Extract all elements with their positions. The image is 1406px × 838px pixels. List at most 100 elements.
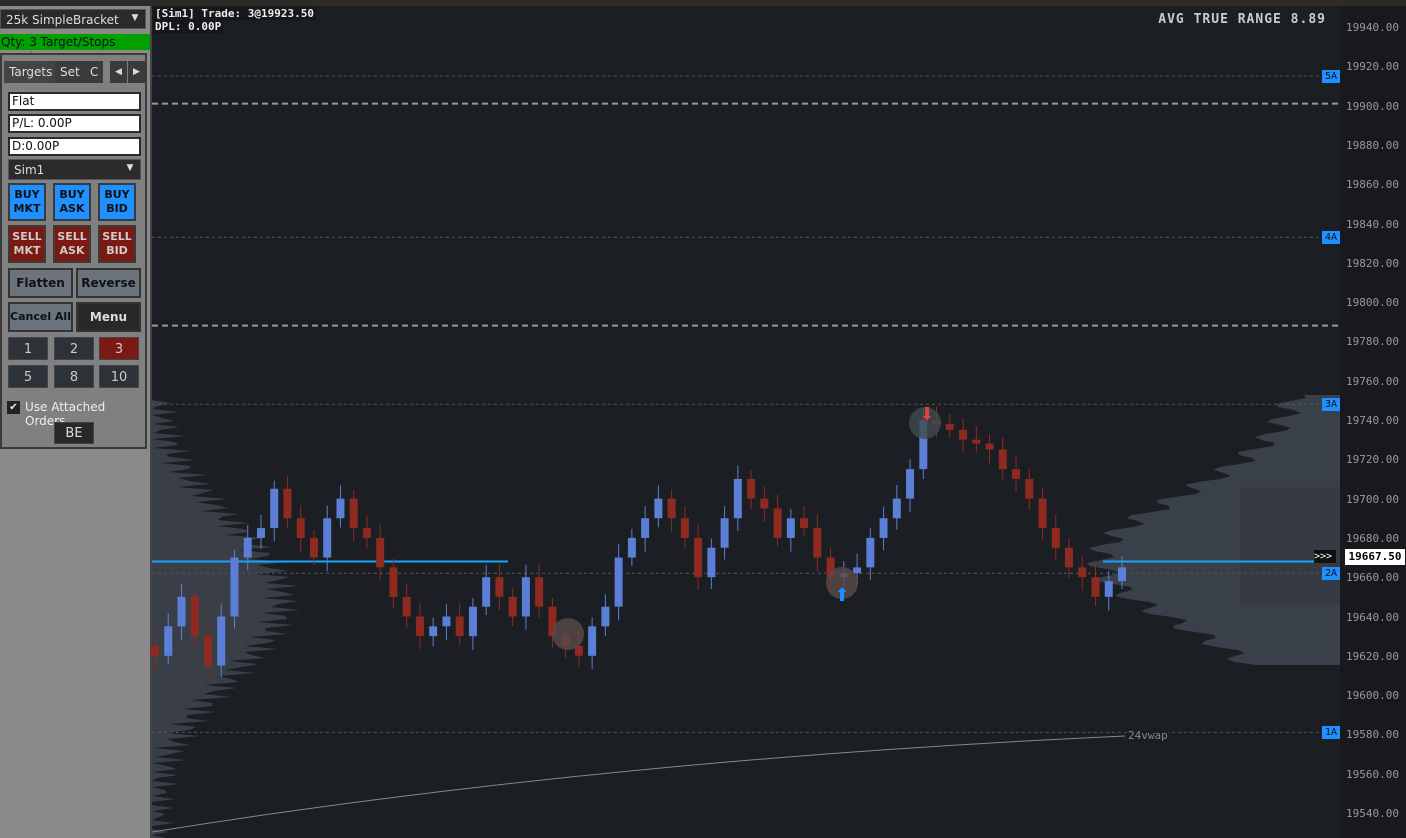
price-marker: >>>	[1314, 550, 1336, 563]
candle-body	[349, 498, 358, 529]
y-tick-label: 19940.00	[1346, 21, 1399, 34]
candle-body	[1038, 498, 1047, 529]
trade-info: [Sim1] Trade: 3@19923.50 DPL: 0.00P	[153, 7, 316, 33]
candle-body	[1012, 469, 1021, 479]
level-tag: 5A	[1322, 70, 1340, 84]
y-tick-label: 19720.00	[1346, 453, 1399, 467]
candle-body	[800, 518, 809, 529]
candle-body	[415, 616, 424, 637]
y-tick-label: 19760.00	[1346, 374, 1399, 388]
candle-body	[747, 478, 756, 499]
candle-body	[733, 478, 742, 519]
last-price-label: 19667.50	[1345, 549, 1405, 565]
dpl-label: DPL: 0.00P	[153, 20, 224, 33]
candle-body	[1051, 528, 1060, 548]
y-tick-label: 19580.00	[1346, 728, 1399, 742]
candle-body	[535, 577, 544, 607]
candle-body	[323, 518, 332, 558]
candle-body	[362, 528, 371, 538]
candle-body	[217, 616, 226, 666]
candle-body	[1104, 581, 1113, 597]
vwap-line	[151, 735, 1126, 833]
candle-body	[959, 429, 968, 440]
candle-body	[1118, 567, 1126, 582]
candle-body	[336, 498, 345, 519]
candle-body	[429, 626, 438, 637]
level-tag: 2A	[1322, 567, 1340, 581]
candle-body	[495, 577, 504, 597]
candle-body	[243, 537, 252, 558]
y-tick-label: 19900.00	[1346, 99, 1399, 113]
candle-body	[813, 528, 822, 558]
level-tag: 1A	[1322, 726, 1340, 740]
candle-body	[203, 636, 212, 666]
y-tick-label: 19740.00	[1346, 414, 1399, 427]
level-tag: 3A	[1322, 398, 1340, 412]
y-tick-label: 19540.00	[1346, 807, 1399, 820]
candle-body	[190, 596, 199, 637]
buy-arrow-icon: ⬆	[834, 585, 849, 606]
candle-body	[614, 557, 623, 607]
y-tick-label: 19620.00	[1346, 649, 1399, 663]
candle-body	[641, 518, 650, 538]
chart-plot: ⬆⬇	[151, 75, 1340, 838]
candle-body	[680, 518, 689, 538]
price-axis[interactable]: 19940.00 19920.00 19900.00 19880.00 19860.00…	[1340, 6, 1406, 838]
candle-body	[773, 508, 782, 538]
candle-body	[442, 616, 451, 627]
y-tick-label: 19920.00	[1346, 60, 1399, 74]
candle-body	[455, 616, 464, 637]
candle-body	[906, 469, 915, 499]
candle-body	[879, 518, 888, 538]
sell-arrow-icon: ⬇	[919, 404, 934, 425]
candle-body	[230, 557, 239, 617]
candle-body	[707, 547, 716, 578]
candle-body	[309, 537, 318, 558]
candle-body	[588, 626, 597, 656]
trade-marker	[552, 618, 584, 650]
y-tick-label: 19780.00	[1346, 335, 1399, 349]
candle-body	[256, 528, 265, 538]
candle-body	[283, 488, 292, 519]
candle-body	[654, 498, 663, 519]
candle-body	[389, 567, 398, 597]
candle-body	[627, 537, 636, 558]
candle-body	[601, 606, 610, 627]
candle-body	[177, 596, 186, 627]
atr-label: AVG TRUE RANGE 8.89	[1158, 12, 1326, 27]
y-tick-label: 19640.00	[1346, 610, 1399, 624]
y-tick-label: 19680.00	[1346, 531, 1399, 545]
left-volume-profile	[152, 400, 301, 838]
candle-body	[270, 488, 279, 529]
candle-body	[1091, 577, 1100, 597]
candle-body	[998, 449, 1007, 470]
y-tick-label: 19820.00	[1346, 256, 1399, 270]
vwap-label: 24vwap	[1128, 729, 1168, 742]
candle-body	[376, 537, 385, 568]
y-tick-label: 19840.00	[1346, 217, 1399, 231]
candle-body	[945, 423, 954, 430]
candle-body	[866, 537, 875, 568]
candle-body	[468, 606, 477, 637]
y-tick-label: 19860.00	[1346, 178, 1399, 192]
candle-body	[1065, 547, 1074, 568]
candle-body	[985, 443, 994, 450]
y-tick-label: 19880.00	[1346, 138, 1399, 152]
candle-body	[853, 567, 862, 574]
candle-body	[720, 518, 729, 548]
candle-body	[760, 498, 769, 509]
y-tick-label: 19560.00	[1346, 767, 1399, 781]
candle-body	[482, 577, 491, 607]
candle-body	[151, 645, 159, 656]
candle-body	[1025, 478, 1034, 499]
value-area	[1240, 487, 1340, 605]
candle-body	[892, 498, 901, 519]
candle-body	[296, 518, 305, 538]
candle-body	[521, 577, 530, 617]
y-tick-label: 19600.00	[1346, 689, 1399, 703]
candle-body	[786, 518, 795, 538]
candle-body	[402, 596, 411, 617]
candle-body	[972, 439, 981, 444]
candle-body	[508, 596, 517, 617]
level-tag: 4A	[1322, 231, 1340, 245]
